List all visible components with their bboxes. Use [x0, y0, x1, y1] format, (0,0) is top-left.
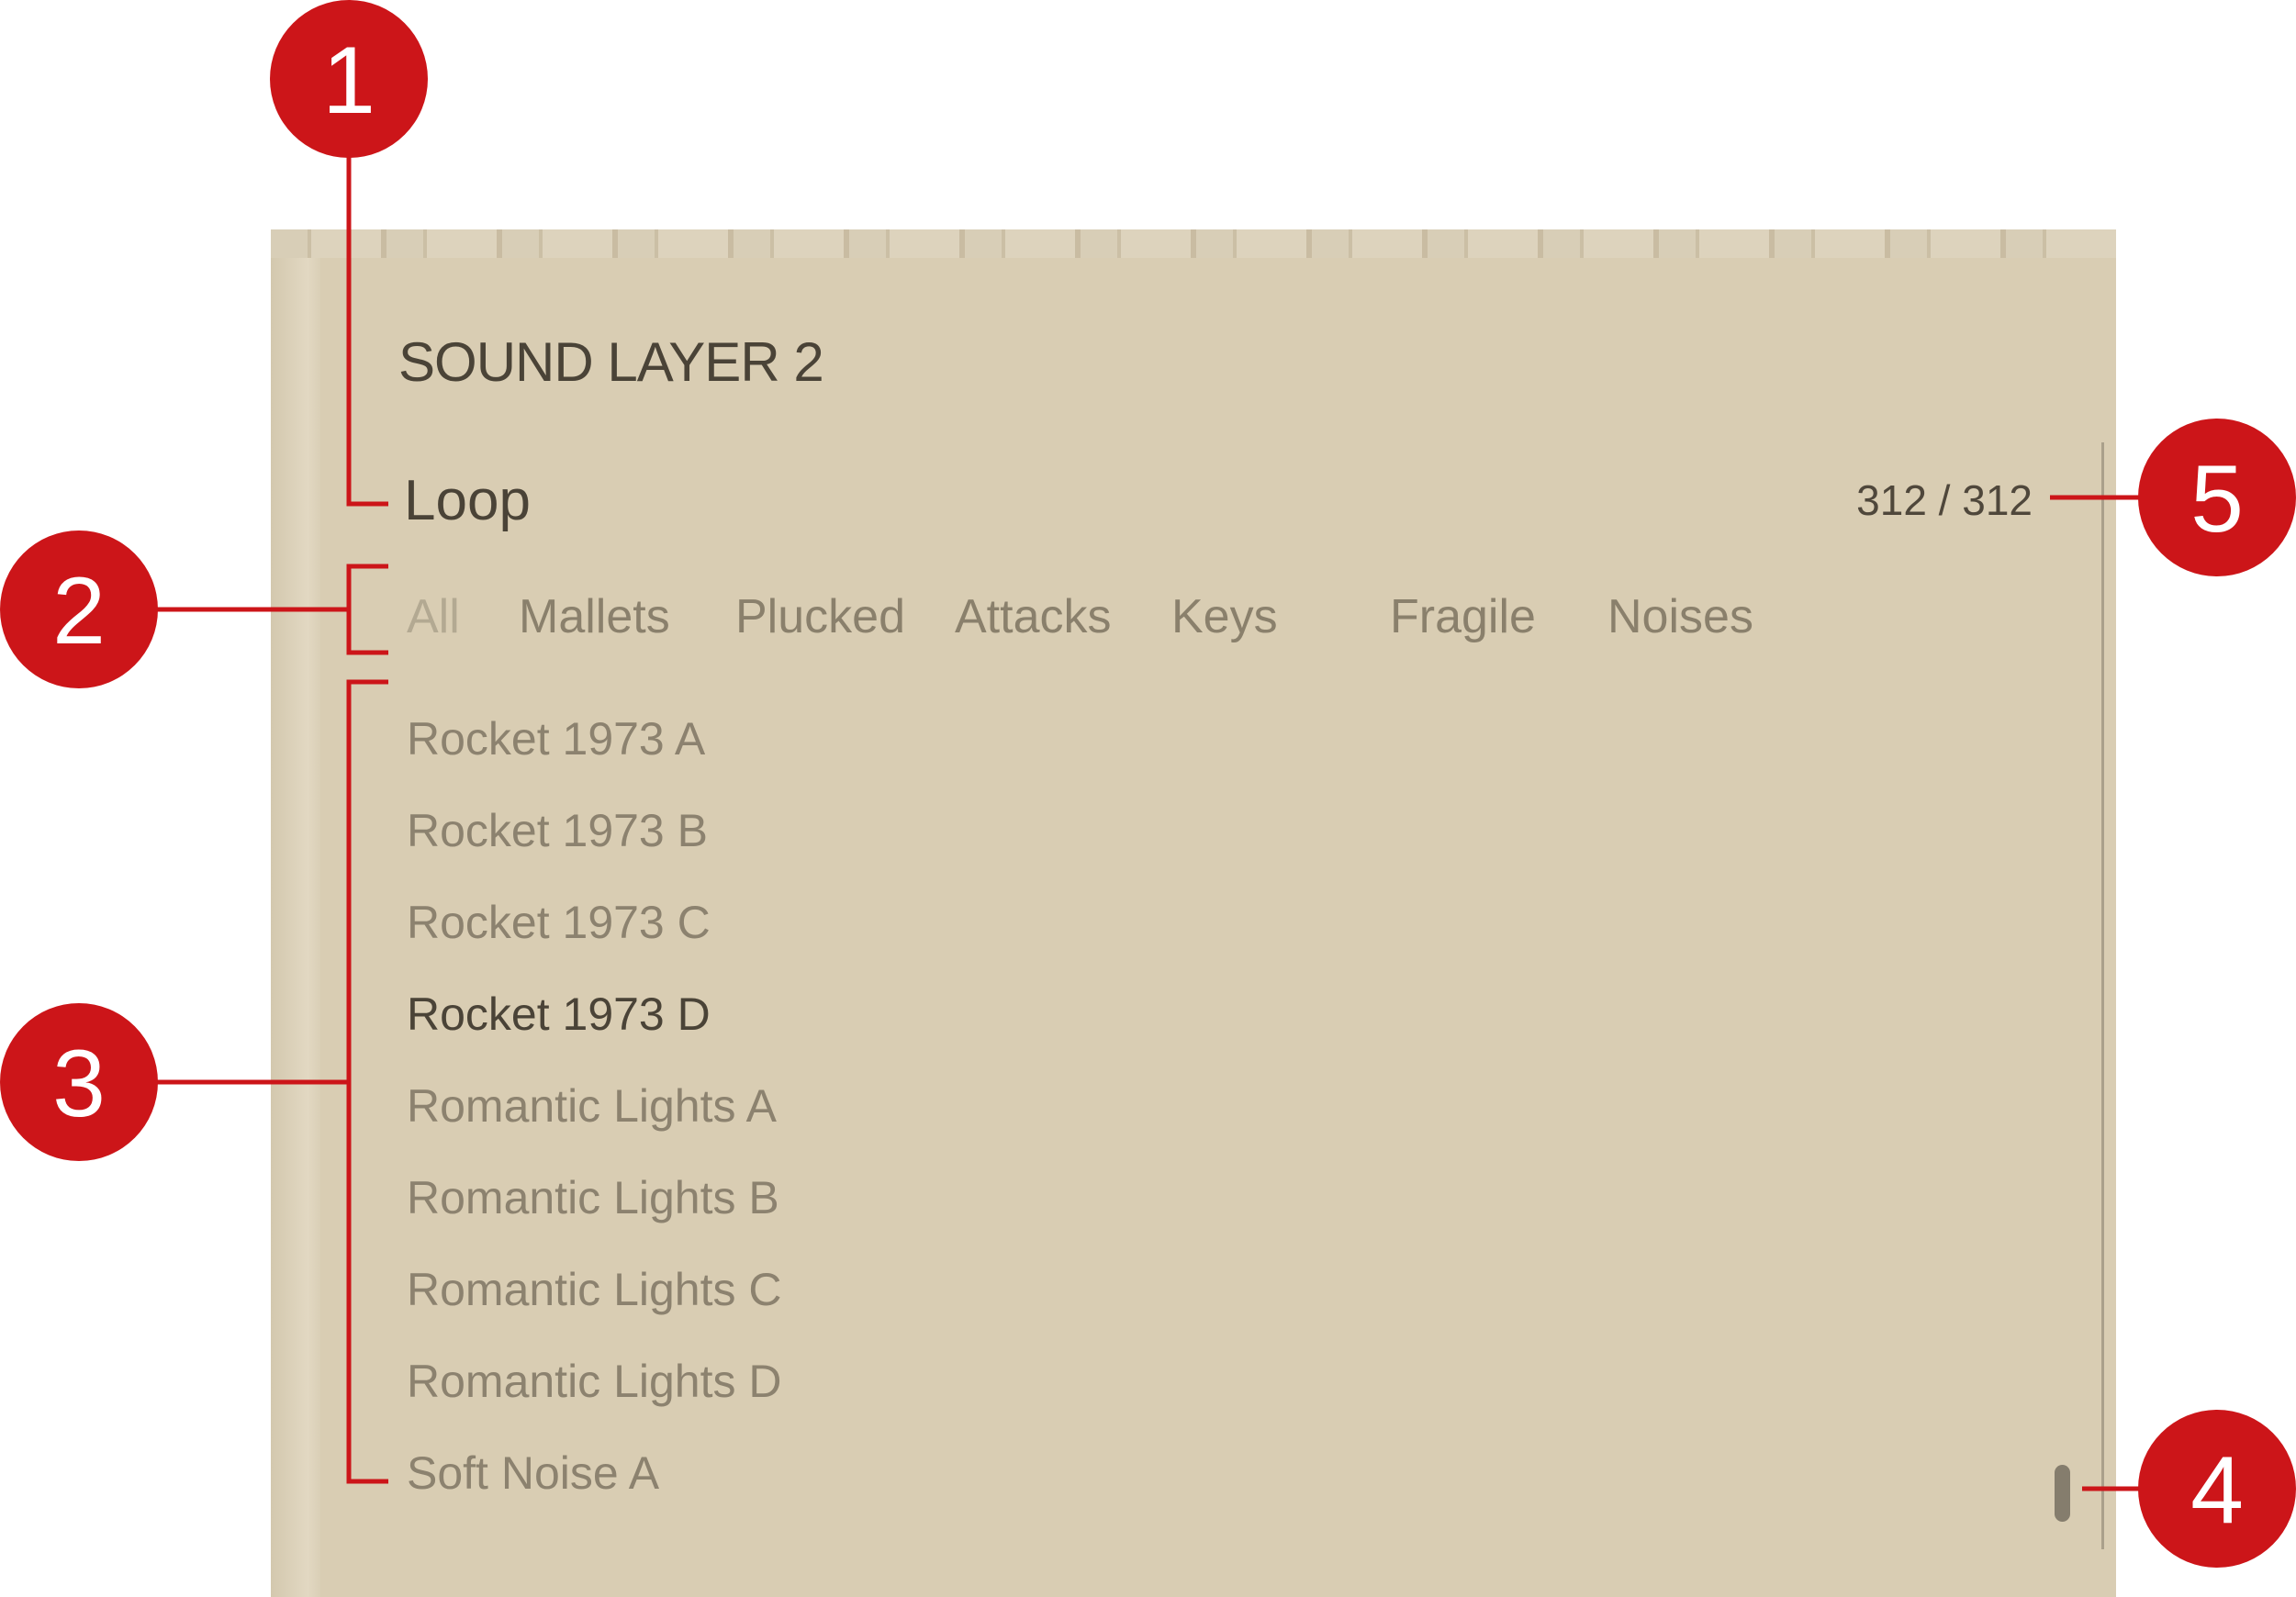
- callout-3: 3: [0, 1003, 158, 1161]
- callout-1: 1: [270, 0, 428, 158]
- callout-line-1: [346, 138, 388, 507]
- callout-bracket-2: [147, 564, 388, 655]
- callout-4: 4: [2138, 1410, 2296, 1568]
- svg-text:3: 3: [52, 1031, 106, 1137]
- svg-text:2: 2: [52, 558, 106, 664]
- callout-2: 2: [0, 530, 158, 688]
- svg-text:1: 1: [322, 28, 375, 134]
- svg-text:5: 5: [2190, 446, 2244, 553]
- svg-text:4: 4: [2190, 1437, 2244, 1544]
- callout-overlay: 1 2 3 4 5: [0, 0, 2296, 1568]
- callout-5: 5: [2138, 419, 2296, 576]
- callout-bracket-3: [147, 679, 388, 1484]
